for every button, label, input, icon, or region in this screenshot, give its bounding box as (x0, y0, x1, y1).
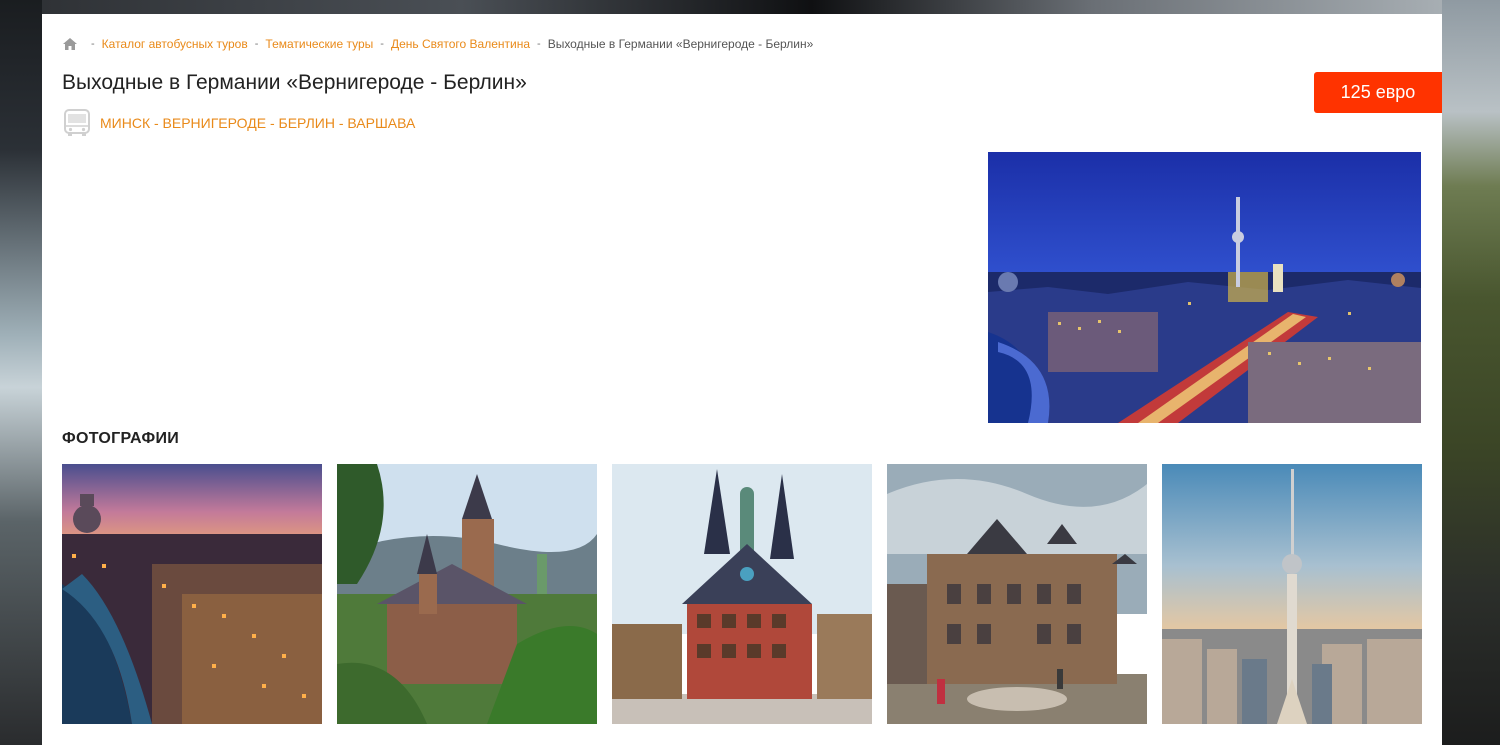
background-right (1442, 0, 1500, 745)
breadcrumb-link-valentine[interactable]: День Святого Валентина (391, 37, 530, 51)
background-top (42, 0, 1442, 14)
gallery-photo-berlin-river[interactable] (62, 464, 322, 724)
breadcrumb: - Каталог автобусных туров - Тематически… (62, 36, 813, 52)
breadcrumb-separator: - (537, 38, 541, 50)
gallery-photo-wernigerode-castle[interactable] (337, 464, 597, 724)
breadcrumb-link-thematic[interactable]: Тематические туры (265, 37, 373, 51)
gallery-photo-town-hall[interactable] (612, 464, 872, 724)
breadcrumb-separator: - (91, 38, 95, 50)
main-photo[interactable] (988, 152, 1421, 423)
page-title: Выходные в Германии «Вернигероде - Берли… (62, 71, 527, 94)
bus-icon (62, 108, 92, 138)
breadcrumb-current: Выходные в Германии «Вернигероде - Берли… (547, 37, 814, 51)
breadcrumb-separator: - (380, 38, 384, 50)
gallery-photo-tv-tower[interactable] (1162, 464, 1422, 724)
home-icon[interactable] (62, 37, 78, 51)
breadcrumb-separator: - (254, 38, 259, 50)
breadcrumb-link-catalog[interactable]: Каталог автобусных туров (102, 37, 248, 51)
background-left (0, 0, 42, 745)
gallery-photo-castle-courtyard[interactable] (887, 464, 1147, 724)
gallery-title: ФОТОГРАФИИ (62, 430, 180, 447)
content-panel: - Каталог автобусных туров - Тематически… (42, 14, 1442, 745)
photo-gallery (62, 464, 1422, 724)
route-info: МИНСК - ВЕРНИГЕРОДЕ - БЕРЛИН - ВАРШАВА (62, 108, 415, 138)
price-badge: 125 евро (1314, 72, 1442, 113)
route-text: МИНСК - ВЕРНИГЕРОДЕ - БЕРЛИН - ВАРШАВА (100, 115, 416, 131)
